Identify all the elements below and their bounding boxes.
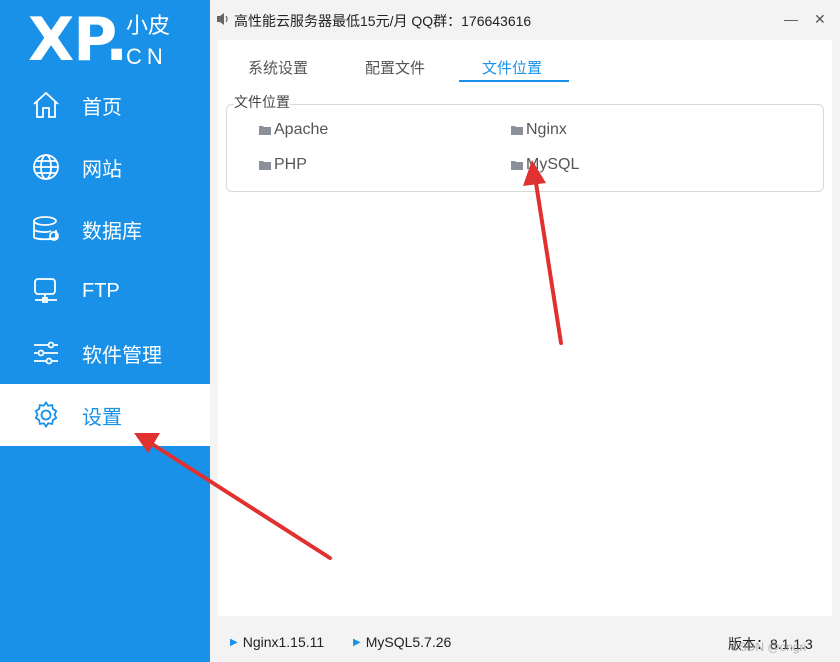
tab-file-locations[interactable]: 文件位置 <box>482 57 542 78</box>
folder-php[interactable]: PHP <box>259 156 307 174</box>
gear-icon <box>30 399 62 431</box>
database-icon <box>30 213 62 245</box>
folder-label: MySQL <box>526 156 580 173</box>
service-nginx[interactable]: ▶ Nginx1.15.11 <box>230 634 324 650</box>
tab-config-files[interactable]: 配置文件 <box>365 57 425 78</box>
app-logo: XP. 小皮 CN <box>28 8 198 72</box>
sidebar-item-label: 数据库 <box>82 220 142 243</box>
main-panel: 高性能云服务器最低15元/月 QQ群：176643616 — ✕ 系统设置 配置… <box>210 0 840 662</box>
sidebar-item-settings[interactable]: 设置 <box>0 384 210 446</box>
settings-tabs: 系统设置 配置文件 文件位置 <box>218 40 832 82</box>
folder-icon <box>259 161 271 170</box>
play-icon: ▶ <box>230 636 238 648</box>
logo-en-text: CN <box>126 44 168 69</box>
service-mysql[interactable]: ▶ MySQL5.7.26 <box>353 634 451 650</box>
folder-mysql[interactable]: MySQL <box>511 156 579 174</box>
close-button[interactable]: ✕ <box>814 11 826 27</box>
sidebar-item-label: 软件管理 <box>82 344 162 367</box>
home-icon <box>30 89 62 121</box>
folder-apache[interactable]: Apache <box>259 121 328 139</box>
globe-icon <box>30 151 62 183</box>
monitor-icon <box>30 275 62 307</box>
logo-cn-text: 小皮 <box>126 13 171 38</box>
sliders-icon <box>30 337 62 369</box>
watermark: CSDN @ongri <box>730 640 807 654</box>
service-label: MySQL5.7.26 <box>365 634 452 650</box>
play-icon: ▶ <box>353 636 361 648</box>
minimize-button[interactable]: — <box>784 11 798 27</box>
folder-icon <box>259 126 271 135</box>
sidebar-item-database[interactable]: 数据库 <box>0 198 210 260</box>
logo-main-text: XP. <box>28 5 128 75</box>
status-bar: ▶ Nginx1.15.11 ▶ MySQL5.7.26 版本：8.1.1.3 … <box>210 622 840 662</box>
sidebar-item-ftp[interactable]: FTP <box>0 260 210 322</box>
sidebar-nav: 首页 网站 数据库 FTP 软件管理 设置 <box>0 74 210 446</box>
speaker-icon <box>217 13 228 25</box>
folder-icon <box>511 161 523 170</box>
sidebar-item-label: 首页 <box>82 96 122 119</box>
title-bar: 高性能云服务器最低15元/月 QQ群：176643616 — ✕ <box>210 0 840 40</box>
folder-nginx[interactable]: Nginx <box>511 121 567 139</box>
folder-label: Apache <box>274 121 329 138</box>
sidebar: XP. 小皮 CN 首页 网站 数据库 FTP 软件管理 设置 <box>0 0 210 662</box>
file-location-group <box>226 104 824 192</box>
folder-label: Nginx <box>526 121 567 138</box>
folder-label: PHP <box>274 156 307 173</box>
sidebar-item-website[interactable]: 网站 <box>0 136 210 198</box>
sidebar-item-label: 网站 <box>82 158 122 181</box>
sidebar-item-software[interactable]: 软件管理 <box>0 322 210 384</box>
tab-system-settings[interactable]: 系统设置 <box>248 57 308 78</box>
sidebar-item-label: FTP <box>82 279 120 302</box>
announcement-text[interactable]: 高性能云服务器最低15元/月 QQ群：176643616 <box>234 11 531 31</box>
active-tab-indicator <box>459 80 569 82</box>
settings-content: 系统设置 配置文件 文件位置 文件位置 Apache Nginx PHP MyS… <box>218 40 832 616</box>
folder-icon <box>511 126 523 135</box>
group-title: 文件位置 <box>234 92 290 112</box>
sidebar-item-home[interactable]: 首页 <box>0 74 210 136</box>
sidebar-item-label: 设置 <box>82 406 122 429</box>
service-label: Nginx1.15.11 <box>242 634 325 650</box>
